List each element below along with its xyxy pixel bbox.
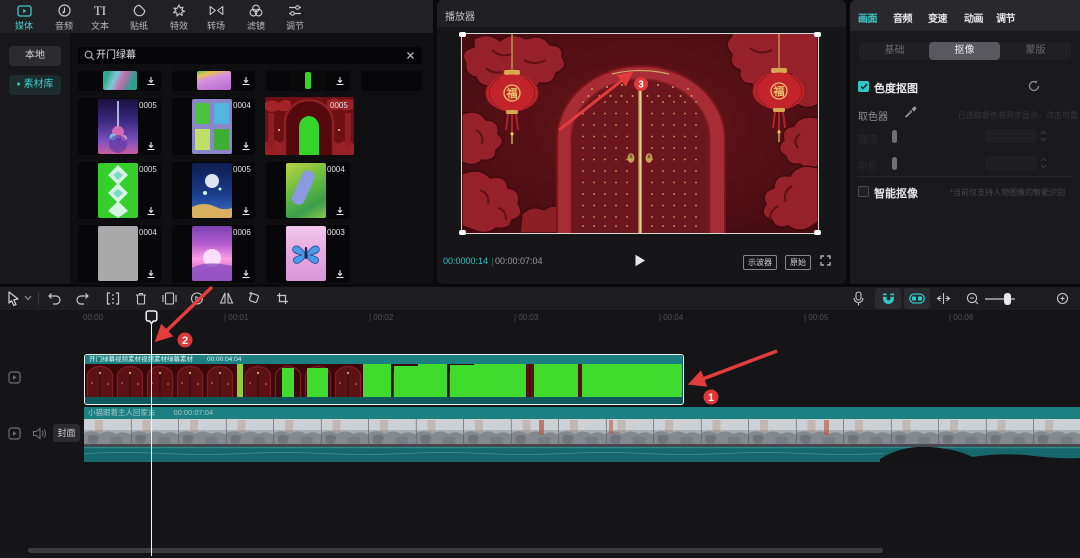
svg-text:1: 1 — [708, 392, 714, 404]
svg-text:2: 2 — [182, 335, 188, 347]
svg-text:3: 3 — [638, 80, 644, 91]
